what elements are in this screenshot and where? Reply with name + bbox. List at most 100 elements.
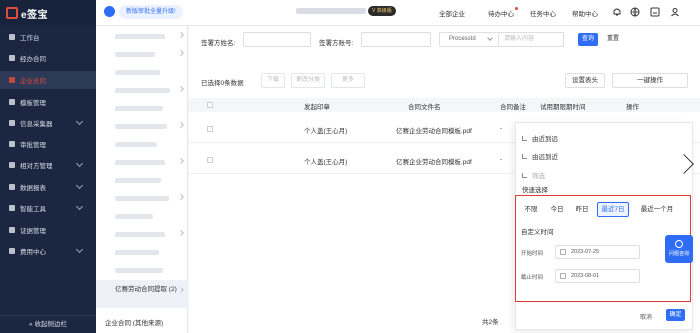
sidebar-item-info-collector[interactable]: 信息采集器 [0, 114, 96, 132]
category-active-label: 亿赛劳动合同提取 (2) [115, 286, 177, 293]
signer-account-input[interactable] [361, 32, 431, 47]
headset-icon [675, 240, 683, 248]
download-button[interactable]: 下载 [261, 73, 285, 88]
pager-total: 共2条 [482, 319, 499, 326]
content-input[interactable]: 请输入内容 [499, 32, 564, 47]
category-item[interactable] [96, 154, 188, 171]
chevron-down-icon [75, 245, 84, 254]
grid-icon [9, 120, 15, 126]
change-category-button[interactable]: 更改分类 [291, 73, 325, 88]
popover-cancel-button[interactable]: 取消 [640, 312, 652, 321]
category-item[interactable] [96, 64, 188, 81]
category-item[interactable] [96, 262, 188, 279]
category-item[interactable] [96, 172, 188, 189]
sidebar-item-enterprise-contracts[interactable]: 企业合同 [0, 71, 96, 89]
category-item[interactable] [96, 226, 188, 243]
category-item[interactable] [96, 28, 188, 45]
account-name-blurred[interactable] [296, 8, 366, 14]
nav-all-enterprises[interactable]: 全部企业 [439, 8, 465, 18]
row-checkbox[interactable] [207, 126, 213, 132]
notice-icon [104, 6, 115, 17]
chip-unlimited[interactable]: 不限 [520, 202, 542, 217]
cell-seal: 个人盖(王心月) [304, 128, 348, 135]
bell-icon[interactable] [612, 7, 622, 17]
category-item[interactable] [96, 208, 188, 225]
category-item-active[interactable]: 亿赛劳动合同提取 (2) [96, 280, 188, 308]
calendar-icon [560, 273, 566, 279]
nav-todo-center[interactable]: 待办中心 [488, 7, 518, 18]
batch-ops-button[interactable]: 一键操作 [612, 73, 688, 88]
category-item[interactable] [96, 136, 188, 153]
search-button[interactable]: 查询 [578, 33, 598, 46]
chip-last-7-days[interactable]: 最近7日 [597, 202, 629, 217]
category-item[interactable] [96, 118, 188, 135]
sidebar-item-label: 信息采集器 [20, 121, 53, 128]
category-item[interactable] [96, 244, 188, 261]
start-time-label: 开始时间 [521, 251, 544, 257]
category-item[interactable] [96, 46, 188, 63]
sort-desc-option[interactable]: 由远到近 [522, 151, 558, 161]
start-date-input[interactable]: 2023-07-25 [555, 245, 640, 259]
chevron-right-icon [178, 86, 184, 92]
signer-name-input[interactable] [243, 32, 311, 47]
sidebar-item-reports[interactable]: 数据报表 [0, 178, 96, 196]
more-button[interactable]: 更多 [331, 73, 365, 88]
filter-label: 筛选 [532, 173, 545, 180]
col-probation-time[interactable]: 试用期限期时间 [540, 101, 586, 111]
cell-file[interactable]: 亿赛企业劳动合同模板.pdf [396, 125, 472, 135]
chevron-right-icon [178, 122, 184, 128]
sidebar-item-counterparty[interactable]: 相对方管理 [0, 156, 96, 174]
sidebar-item-label: 企业合同 [20, 78, 46, 85]
cell-file[interactable]: 亿赛企业劳动合同模板.pdf [396, 156, 472, 166]
category-other-source[interactable]: 企业合同 (其他来源) [96, 316, 188, 332]
help-label: 问题咨询 [668, 251, 689, 257]
col-seal[interactable]: 发起印章 [304, 101, 330, 111]
chip-yesterday[interactable]: 昨日 [571, 202, 593, 217]
col-file-name[interactable]: 合同文件名 [408, 101, 441, 111]
sidebar-item-workbench[interactable]: 工作台 [0, 28, 96, 46]
chevron-right-icon [178, 32, 184, 38]
filter-option[interactable]: 筛选 [522, 170, 545, 180]
help-consult-button[interactable]: 问题咨询 [665, 235, 693, 263]
chip-today[interactable]: 今日 [546, 202, 568, 217]
row-checkbox[interactable] [207, 157, 213, 163]
evidence-icon [9, 227, 15, 233]
sort-desc-label: 由远到近 [532, 154, 558, 161]
category-item[interactable] [96, 100, 188, 117]
sidebar-item-smart-tools[interactable]: 智能工具 [0, 199, 96, 217]
sidebar-item-evidence[interactable]: 证据管理 [0, 221, 96, 239]
globe-icon[interactable] [630, 7, 640, 17]
set-header-button[interactable]: 设置表头 [565, 73, 605, 88]
window-icon[interactable] [650, 7, 660, 17]
chip-last-month[interactable]: 最近一个月 [634, 202, 680, 217]
notification-dot-icon [515, 7, 518, 10]
reset-button[interactable]: 重置 [603, 33, 623, 46]
chevron-down-icon [75, 117, 84, 126]
top-bar: e签宝 新版审批全量升级! V 高级版 全部企业 待办中心 任务中心 帮助中心 [0, 0, 700, 26]
select-all-checkbox[interactable] [207, 102, 213, 108]
filter-icon [522, 173, 527, 178]
quick-select-label: 快速选择 [522, 187, 548, 194]
col-note[interactable]: 合同备注 [500, 101, 526, 111]
sidebar-item-handled-contracts[interactable]: 经办合同 [0, 49, 96, 67]
nav-task-center[interactable]: 任务中心 [530, 8, 556, 18]
chevron-down-icon [487, 35, 493, 41]
sidebar-item-approval[interactable]: 审批管理 [0, 135, 96, 153]
sidebar-item-templates[interactable]: 模板管理 [0, 93, 96, 111]
brand[interactable]: e签宝 [0, 0, 96, 26]
sidebar-item-label: 工作台 [20, 35, 40, 42]
nav-help-center[interactable]: 帮助中心 [572, 8, 598, 18]
user-avatar-icon[interactable] [670, 7, 680, 17]
category-item[interactable] [96, 82, 188, 99]
upgrade-notice[interactable]: 新版审批全量升级! [119, 5, 183, 19]
custom-time-label: 自定义时间 [521, 229, 554, 236]
sidebar-item-billing[interactable]: 费用中心 [0, 242, 96, 260]
end-date-input[interactable]: 2023-08-01 [555, 269, 640, 283]
category-item[interactable] [96, 190, 188, 207]
collapse-sidebar-button[interactable]: « 收起侧边栏 [0, 315, 96, 333]
popover-confirm-button[interactable]: 确定 [666, 309, 685, 321]
sort-asc-option[interactable]: 由近到远 [522, 133, 558, 143]
sort-asc-icon [522, 136, 527, 141]
field-select[interactable]: ProcessId [439, 32, 499, 47]
tool-icon [9, 205, 15, 211]
